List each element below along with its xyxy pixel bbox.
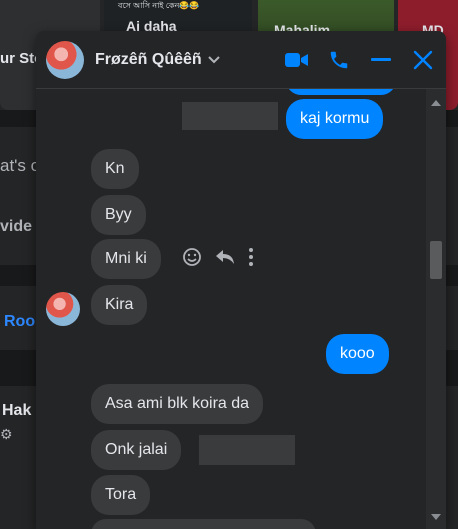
redacted-content <box>182 102 278 130</box>
reply-icon[interactable] <box>214 248 236 271</box>
scrollbar[interactable] <box>426 89 446 529</box>
right-card <box>446 386 458 529</box>
message-bubble-received[interactable]: Onk jalai <box>91 430 182 470</box>
message-bubble-received[interactable]: Mni ki <box>91 239 161 279</box>
contact-avatar[interactable] <box>46 40 84 79</box>
composer-actions: vide <box>0 205 36 265</box>
post-author[interactable]: Hak <box>2 402 31 420</box>
chat-header: Frøzêñ Qûêêñ <box>36 31 446 89</box>
message-bubble-partial[interactable] <box>91 519 316 529</box>
composer-card: at's o <box>0 127 40 205</box>
phone-icon[interactable] <box>326 47 352 73</box>
composer-placeholder[interactable]: at's o <box>0 156 40 176</box>
message-bubble-sent[interactable]: kaj kormu <box>286 99 384 139</box>
message-bubble-received[interactable]: Asa ami blk koira da <box>91 384 264 424</box>
more-options-icon[interactable] <box>248 247 254 272</box>
minimize-icon[interactable] <box>368 47 394 73</box>
emoji-react-icon[interactable] <box>182 247 202 272</box>
live-video-label[interactable]: vide <box>0 218 32 236</box>
scroll-down-arrow-icon[interactable] <box>431 507 441 525</box>
video-camera-icon[interactable] <box>284 47 310 73</box>
chat-header-actions <box>284 47 436 73</box>
close-icon[interactable] <box>410 47 436 73</box>
message-bubble-partial[interactable] <box>286 89 396 95</box>
messenger-chat-window: Frøzêñ Qûêêñ kaj kormu Kn Byy Mni ki Kir… <box>36 31 446 529</box>
contact-name[interactable]: Frøzêñ Qûêêñ <box>95 51 202 69</box>
redacted-content <box>199 435 295 465</box>
right-card <box>446 127 458 205</box>
message-list[interactable]: kaj kormu Kn Byy Mni ki Kira kooo Asa am… <box>36 89 426 529</box>
message-bubble-received[interactable]: Kn <box>91 149 139 189</box>
message-bubble-received[interactable]: Tora <box>91 475 151 515</box>
right-card <box>446 286 458 350</box>
feed-right-edge <box>446 110 458 529</box>
rooms-card: Roo <box>0 286 36 350</box>
message-actions <box>182 247 254 272</box>
message-bubble-received[interactable]: Kira <box>91 285 148 325</box>
feed-left-edge: at's o vide Roo Hak ⚙ <box>0 110 40 529</box>
story-subtext: বসে আসি নাই কেন😂😂 <box>118 1 200 10</box>
post-card: Hak ⚙ <box>0 386 36 529</box>
gear-icon: ⚙ <box>0 426 13 442</box>
right-card <box>446 205 458 265</box>
message-bubble-sent[interactable]: kooo <box>326 334 389 374</box>
create-room-link[interactable]: Roo <box>4 313 35 331</box>
sender-avatar[interactable] <box>46 292 80 326</box>
scroll-up-arrow-icon[interactable] <box>431 93 441 111</box>
chevron-down-icon[interactable] <box>207 51 220 69</box>
scrollbar-thumb[interactable] <box>430 241 442 279</box>
message-bubble-received[interactable]: Byy <box>91 195 146 235</box>
